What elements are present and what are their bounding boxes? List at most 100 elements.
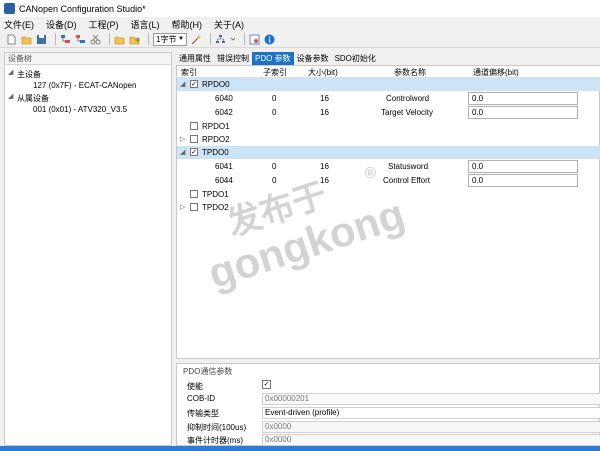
cell-size: 16	[320, 176, 329, 185]
tree-slave-label[interactable]: 从属设备	[17, 93, 49, 104]
byte-size-select[interactable]: 1字节 ▼	[153, 32, 187, 46]
toolbar-separator	[148, 33, 149, 45]
tree-expand-icon[interactable]	[60, 34, 71, 45]
cobid-label: COB-ID	[187, 394, 215, 403]
checkbox[interactable]: ✓	[190, 80, 198, 88]
checkbox[interactable]	[190, 190, 198, 198]
menu-help[interactable]: 帮助(H)	[172, 18, 203, 31]
tab-error-control[interactable]: 错误控制	[214, 52, 252, 65]
pdo-label: TPDO2	[202, 203, 229, 212]
enable-label: 使能	[187, 382, 203, 391]
tree-master-label[interactable]: 主设备	[17, 69, 41, 80]
cell-index: 6044	[215, 176, 233, 185]
magic-wand-icon[interactable]	[191, 34, 202, 45]
menu-project[interactable]: 工程(P)	[89, 18, 119, 31]
expander-icon[interactable]: ◢	[180, 80, 185, 88]
open-folder-icon[interactable]	[21, 34, 32, 45]
table-row[interactable]: RPDO1	[177, 120, 600, 133]
checkbox[interactable]	[190, 135, 198, 143]
tree-master-item[interactable]: 127 (0x7F) - ECAT-CANopen	[33, 81, 136, 90]
toolbar-separator	[244, 33, 245, 45]
pdo-table: 索引 子索引 大小(bit) 参数名称 通道偏移(bit) ◢ ✓ RPDO0 …	[176, 65, 600, 359]
byte-size-value: 1字节	[156, 34, 177, 44]
table-row[interactable]: ▷ TPDO2	[177, 201, 600, 214]
cell-subindex: 0	[272, 162, 277, 171]
inhibit-label: 抑制时间(100us)	[187, 423, 247, 432]
checkbox[interactable]	[190, 203, 198, 211]
menu-bar: 文件(E) 设备(D) 工程(P) 语言(L) 帮助(H) 关于(A)	[0, 17, 600, 31]
new-file-icon[interactable]	[6, 34, 17, 45]
col-subindex: 子索引	[263, 68, 287, 77]
offset-input[interactable]: 0.0	[468, 174, 578, 187]
menu-file[interactable]: 文件(E)	[4, 18, 34, 31]
pdo-comm-panel: PDO通信参数 使能 ✓ COB-ID 0x00000201 传输类型 Even…	[176, 363, 600, 446]
pdo-label: RPDO1	[202, 122, 230, 131]
toolbar-separator	[55, 33, 56, 45]
tab-device-params[interactable]: 设备参数	[294, 52, 332, 65]
cell-size: 16	[320, 162, 329, 171]
toolbar-separator	[109, 33, 110, 45]
offset-input[interactable]: 0.0	[468, 160, 578, 173]
toolbar: 1字节 ▼	[0, 31, 600, 48]
expander-icon[interactable]: ▷	[180, 135, 185, 143]
expander-icon[interactable]: ◢	[180, 148, 185, 156]
trans-type-select[interactable]: Event-driven (profile)	[262, 407, 600, 419]
tab-pdo-params[interactable]: PDO 参数	[252, 52, 294, 65]
pdo-label: RPDO0	[202, 80, 230, 89]
device-tree-header: 设备树	[5, 53, 171, 65]
cell-subindex: 0	[272, 108, 277, 117]
cell-subindex: 0	[272, 94, 277, 103]
table-row[interactable]: ▷ RPDO2	[177, 133, 600, 146]
tree-expander-icon[interactable]: ◢	[8, 92, 13, 100]
offset-input[interactable]: 0.0	[468, 92, 578, 105]
cell-size: 16	[320, 94, 329, 103]
save-icon[interactable]	[36, 34, 47, 45]
menu-about[interactable]: 关于(A)	[214, 18, 244, 31]
detail-panel: 通用属性 错误控制 PDO 参数 设备参数 SDO初始化 索引 子索引 大小(b…	[176, 52, 600, 446]
tree-expander-icon[interactable]: ◢	[8, 68, 13, 76]
menu-language[interactable]: 语言(L)	[131, 18, 160, 31]
checkbox[interactable]	[190, 122, 198, 130]
dropdown-arrow-icon[interactable]	[230, 34, 236, 45]
col-size: 大小(bit)	[308, 68, 338, 77]
offset-input[interactable]: 0.0	[468, 106, 578, 119]
config-icon[interactable]	[249, 34, 260, 45]
cell-name: Controlword	[386, 94, 430, 103]
cell-name: Statusword	[388, 162, 429, 171]
table-row[interactable]: 6041 0 16 Statusword 0.0	[177, 160, 600, 173]
table-row[interactable]: TPDO1	[177, 188, 600, 201]
table-row[interactable]: 6042 0 16 Target Velocity 0.0	[177, 106, 600, 119]
inhibit-field[interactable]: 0x0000	[262, 421, 600, 433]
tab-bar: 通用属性 错误控制 PDO 参数 设备参数 SDO初始化	[176, 52, 379, 65]
tree-slave-item[interactable]: 001 (0x01) - ATV320_V3.5	[33, 105, 127, 114]
enable-checkbox[interactable]: ✓	[262, 380, 271, 389]
tree-collapse-icon[interactable]	[75, 34, 86, 45]
export-icon[interactable]	[129, 34, 140, 45]
col-index: 索引	[181, 68, 197, 77]
toolbar-separator	[210, 33, 211, 45]
cell-name: Control Effort	[383, 176, 430, 185]
table-row[interactable]: ◢ ✓ TPDO0	[177, 146, 600, 159]
checkbox[interactable]: ✓	[190, 148, 198, 156]
cobid-field[interactable]: 0x00000201	[262, 393, 600, 405]
cell-index: 6040	[215, 94, 233, 103]
table-row[interactable]: ◢ ✓ RPDO0	[177, 78, 600, 91]
event-timer-label: 事件计时器(ms)	[187, 436, 243, 445]
event-timer-field[interactable]: 0x0000	[262, 434, 600, 446]
tab-general[interactable]: 通用属性	[176, 52, 214, 65]
cell-size: 16	[320, 108, 329, 117]
cut-icon[interactable]	[90, 34, 101, 45]
device-tree-panel: 设备树 ◢ 主设备 127 (0x7F) - ECAT-CANopen ◢ 从属…	[4, 52, 172, 446]
trans-type-label: 传输类型	[187, 409, 219, 418]
table-row[interactable]: 6040 0 16 Controlword 0.0	[177, 92, 600, 105]
expander-icon[interactable]: ▷	[180, 203, 185, 211]
chevron-down-icon: ▼	[178, 36, 184, 42]
table-row[interactable]: 6044 0 16 Control Effort 0.0	[177, 174, 600, 187]
col-offset: 通道偏移(bit)	[473, 68, 519, 77]
import-icon[interactable]	[114, 34, 125, 45]
menu-device[interactable]: 设备(D)	[46, 18, 77, 31]
status-bar	[0, 446, 600, 451]
tab-sdo-init[interactable]: SDO初始化	[332, 52, 379, 65]
info-icon[interactable]	[264, 34, 275, 45]
network-icon[interactable]	[215, 34, 226, 45]
